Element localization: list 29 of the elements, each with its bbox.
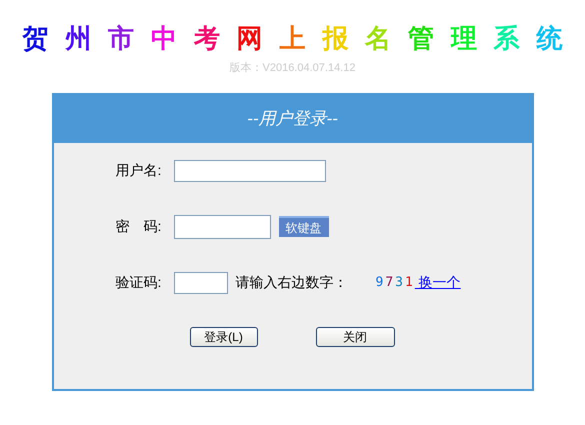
- password-label: 密 码:: [116, 217, 162, 236]
- title-character: 理: [450, 22, 477, 54]
- panel-title: --用户登录--: [247, 108, 338, 130]
- title-character: 报: [322, 22, 348, 54]
- captcha-field[interactable]: [174, 272, 228, 294]
- refresh-captcha-link[interactable]: 换一个: [414, 272, 461, 293]
- password-field[interactable]: [174, 214, 270, 238]
- captcha-label: 验证码:: [116, 273, 162, 292]
- captcha-digit: 7: [385, 274, 394, 292]
- username-field[interactable]: [174, 160, 326, 182]
- title-character: 贺: [22, 22, 48, 54]
- captcha-digit: 9: [376, 274, 384, 292]
- login-button[interactable]: 登录(L): [190, 326, 258, 346]
- title-character: 上: [279, 22, 306, 54]
- title-character: 考: [194, 22, 220, 54]
- title-character: 中: [150, 22, 177, 54]
- soft-keyboard-button[interactable]: 软键盘: [278, 216, 328, 237]
- username-label: 用户名:: [116, 161, 162, 180]
- captcha-hint: 请输入右边数字：: [236, 273, 348, 292]
- title-character: 网: [236, 22, 263, 54]
- title-character: 州: [65, 22, 92, 54]
- captcha-digit: 3: [395, 274, 403, 292]
- title-character: 管: [408, 22, 434, 54]
- close-button[interactable]: 关闭: [316, 326, 394, 346]
- title-character: 名: [365, 22, 392, 54]
- title-character: 系: [494, 22, 520, 54]
- title-character: 统: [536, 22, 562, 54]
- title-character: 市: [108, 22, 134, 54]
- captcha-digit: 1: [404, 274, 413, 292]
